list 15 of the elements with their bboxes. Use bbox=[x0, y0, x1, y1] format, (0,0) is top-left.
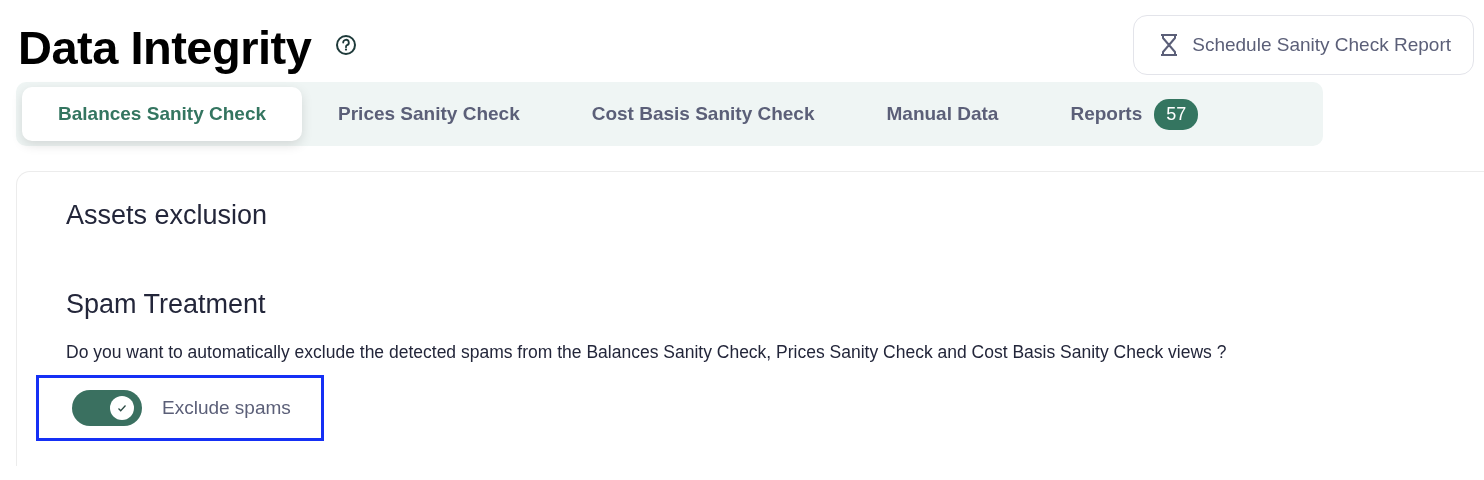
card-heading: Assets exclusion bbox=[66, 200, 269, 231]
section-title: Spam Treatment bbox=[66, 289, 267, 320]
count-badge: 57 bbox=[1154, 98, 1199, 130]
tab[interactable]: Balances Sanity Check bbox=[22, 87, 303, 141]
tab[interactable]: Manual Data bbox=[850, 87, 1035, 141]
tab[interactable]: Reports 57 bbox=[1034, 87, 1235, 141]
page-title: Data Integrity bbox=[18, 19, 312, 75]
toggle-switch[interactable] bbox=[72, 390, 142, 426]
tab[interactable]: Prices Sanity Check bbox=[302, 87, 556, 141]
section-description: Do you want to automatically exclude the detected spams from the Balances Sanity Check, Prices Sanity Check and Cost Basis Sanity Check views ? bbox=[66, 342, 1228, 363]
toggle-label: Exclude spams bbox=[162, 397, 291, 419]
schedule-report-button[interactable]: Schedule Sanity Check Report bbox=[1133, 15, 1474, 75]
help-icon[interactable] bbox=[335, 34, 358, 56]
check-icon bbox=[117, 403, 127, 413]
tab[interactable]: Cost Basis Sanity Check bbox=[555, 87, 851, 141]
